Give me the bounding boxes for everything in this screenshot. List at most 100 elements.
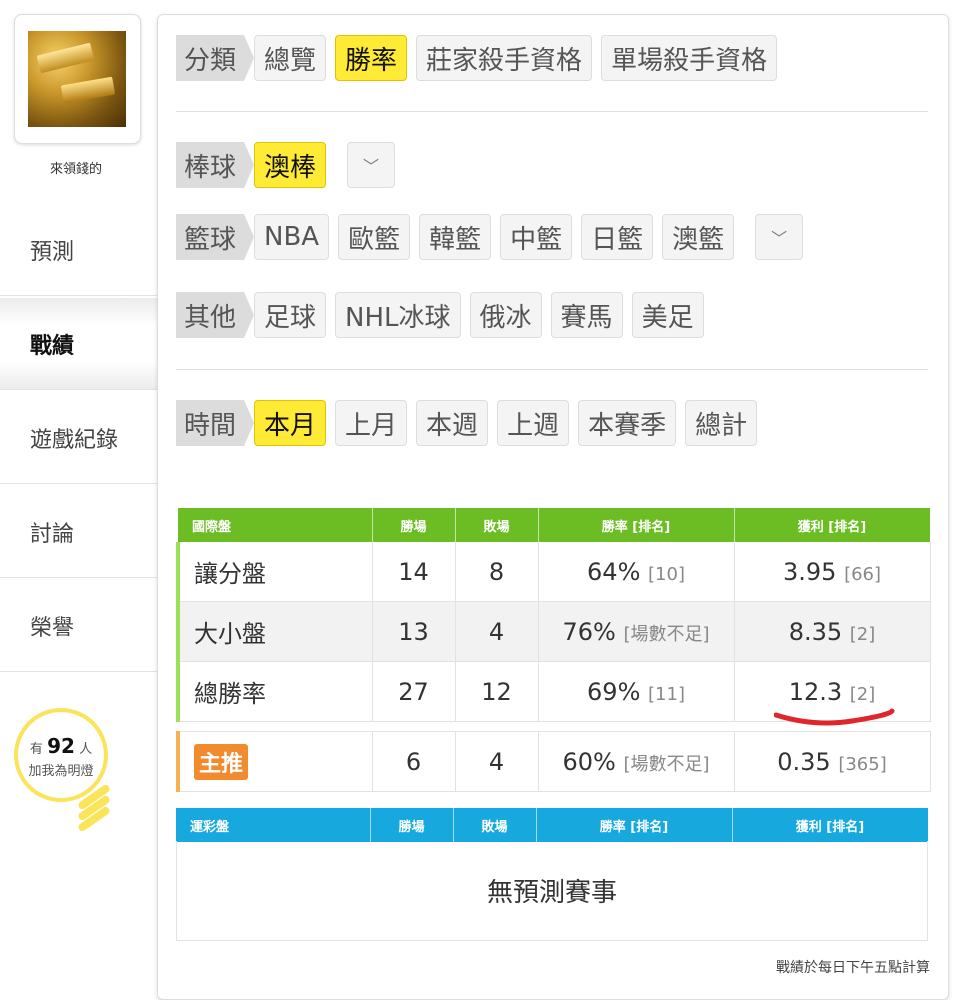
baseball-label: 棒球 (176, 142, 255, 188)
follow-prefix: 有 (29, 742, 43, 757)
table-row: 大小盤 13 4 76% [場數不足] 8.35 [2] (176, 601, 931, 662)
divider (176, 111, 928, 112)
basketball-korea[interactable]: 韓籃 (419, 214, 492, 260)
rate-rank: [11] (648, 683, 685, 705)
record-panel: 分類 總覽 勝率 莊家殺手資格 單場殺手資格 棒球 澳棒 ﹀ 籃球 NBA 歐籃… (157, 14, 949, 1000)
nav-game-log[interactable]: 遊戲紀錄 (0, 392, 158, 484)
bulb-icon (76, 783, 116, 836)
win-rate: 69% (587, 677, 641, 706)
time-filter: 時間 本月 上月 本週 上週 本賽季 總計 (176, 400, 766, 446)
other-horse-racing[interactable]: 賽馬 (550, 292, 623, 338)
win-rate: 64% (587, 557, 641, 586)
win-count: 13 (372, 601, 456, 662)
table-row: 讓分盤 14 8 64% [10] 3.95 [66] (176, 542, 931, 602)
category-overview[interactable]: 總覽 (254, 35, 327, 81)
win-count: 6 (372, 731, 456, 792)
nav-discussion[interactable]: 討論 (0, 486, 158, 578)
follow-count: 92 (47, 734, 75, 758)
row-name: 大小盤 (176, 601, 373, 662)
lose-count: 12 (455, 661, 539, 722)
col-header: 勝率 [排名] (536, 808, 733, 842)
nav-record[interactable]: 戰績 (0, 298, 158, 390)
chevron-down-icon: ﹀ (771, 229, 788, 248)
other-filter: 其他 足球 NHL冰球 俄冰 賽馬 美足 (176, 292, 713, 338)
time-this-week[interactable]: 本週 (416, 400, 489, 446)
rate-rank: [10] (648, 563, 685, 585)
lottery-stats-table: 運彩盤 勝場 敗場 勝率 [排名] 獲利 [排名] (176, 808, 929, 842)
follow-label: 加我為明燈 (28, 764, 94, 779)
divider (176, 369, 928, 370)
baseball-expand-button[interactable]: ﹀ (347, 142, 396, 188)
time-last-week[interactable]: 上週 (497, 400, 570, 446)
category-bookie-killer[interactable]: 莊家殺手資格 (416, 35, 593, 81)
time-this-month[interactable]: 本月 (254, 400, 327, 446)
col-header: 運彩盤 (176, 808, 371, 842)
category-single-killer[interactable]: 單場殺手資格 (601, 35, 778, 81)
basketball-euro[interactable]: 歐籃 (338, 214, 411, 260)
nav-predict[interactable]: 預測 (0, 204, 158, 296)
sidebar: 來領錢的 預測 戰績 遊戲紀錄 討論 榮譽 有 92 人 加我為明燈 (0, 0, 158, 1000)
basketball-australia[interactable]: 澳籃 (662, 214, 735, 260)
basketball-label: 籃球 (176, 214, 255, 260)
avatar[interactable] (14, 14, 141, 144)
other-soccer[interactable]: 足球 (254, 292, 327, 338)
other-nhl[interactable]: NHL冰球 (335, 292, 461, 338)
basketball-japan[interactable]: 日籃 (581, 214, 654, 260)
nav-honor[interactable]: 榮譽 (0, 580, 158, 672)
baseball-filter: 棒球 澳棒 ﹀ (176, 142, 404, 188)
col-header: 敗場 (455, 508, 539, 542)
footnote: 戰績於每日下午五點計算 (776, 960, 930, 976)
time-label: 時間 (176, 400, 255, 446)
other-khl[interactable]: 俄冰 (469, 292, 542, 338)
username: 來領錢的 (49, 162, 102, 177)
col-header: 勝場 (370, 808, 454, 842)
lose-count: 4 (455, 731, 539, 792)
intl-stats-table: 國際盤 勝場 敗場 勝率 [排名] 獲利 [排名] 讓分盤 14 8 64% [… (176, 508, 931, 722)
win-rate: 60% (562, 747, 616, 776)
col-header: 勝場 (372, 508, 456, 542)
basketball-china[interactable]: 中籃 (500, 214, 573, 260)
col-header: 國際盤 (178, 508, 373, 542)
lose-count: 8 (455, 542, 539, 602)
profit-rank: [365] (838, 753, 887, 775)
main-pick-badge: 主推 (194, 743, 249, 780)
main-pick-table: 主推 6 4 60% [場數不足] 0.35 [365] (176, 731, 931, 792)
rate-rank: [場數不足] (623, 753, 710, 775)
category-filter: 分類 總覽 勝率 莊家殺手資格 單場殺手資格 (176, 35, 786, 81)
row-name: 總勝率 (176, 661, 373, 722)
col-header: 敗場 (453, 808, 537, 842)
basketball-filter: 籃球 NBA 歐籃 韓籃 中籃 日籃 澳籃 ﹀ (176, 214, 812, 260)
profit: 0.35 (777, 747, 831, 776)
basketball-expand-button[interactable]: ﹀ (755, 214, 804, 260)
col-header: 獲利 [排名] (732, 808, 929, 842)
other-nfl[interactable]: 美足 (631, 292, 704, 338)
rate-rank: [場數不足] (623, 623, 710, 645)
other-label: 其他 (176, 292, 255, 338)
follow-suffix: 人 (79, 742, 93, 757)
profit-rank: [2] (849, 623, 876, 645)
col-header: 勝率 [排名] (538, 508, 735, 542)
row-name: 讓分盤 (176, 542, 373, 602)
time-total[interactable]: 總計 (685, 400, 758, 446)
profit-rank: [2] (849, 683, 876, 705)
follow-bulb[interactable]: 有 92 人 加我為明燈 (14, 708, 108, 802)
profit: 8.35 (788, 617, 843, 646)
win-count: 27 (372, 661, 456, 722)
win-rate: 76% (562, 617, 616, 646)
profit: 12.3 (788, 677, 843, 706)
chevron-down-icon: ﹀ (363, 157, 380, 176)
time-this-season[interactable]: 本賽季 (578, 400, 677, 446)
red-underline-annotation (774, 708, 895, 726)
lose-count: 4 (455, 601, 539, 662)
profit: 3.95 (782, 557, 837, 586)
category-winrate[interactable]: 勝率 (335, 35, 408, 81)
category-label: 分類 (176, 35, 255, 81)
table-row: 主推 6 4 60% [場數不足] 0.35 [365] (176, 731, 931, 792)
baseball-abl[interactable]: 澳棒 (254, 142, 327, 188)
win-count: 14 (372, 542, 456, 602)
time-last-month[interactable]: 上月 (335, 400, 408, 446)
no-predictions-message: 無預測賽事 (176, 841, 928, 941)
profit-rank: [66] (844, 563, 882, 585)
avatar-image (28, 31, 126, 127)
basketball-nba[interactable]: NBA (254, 214, 330, 260)
